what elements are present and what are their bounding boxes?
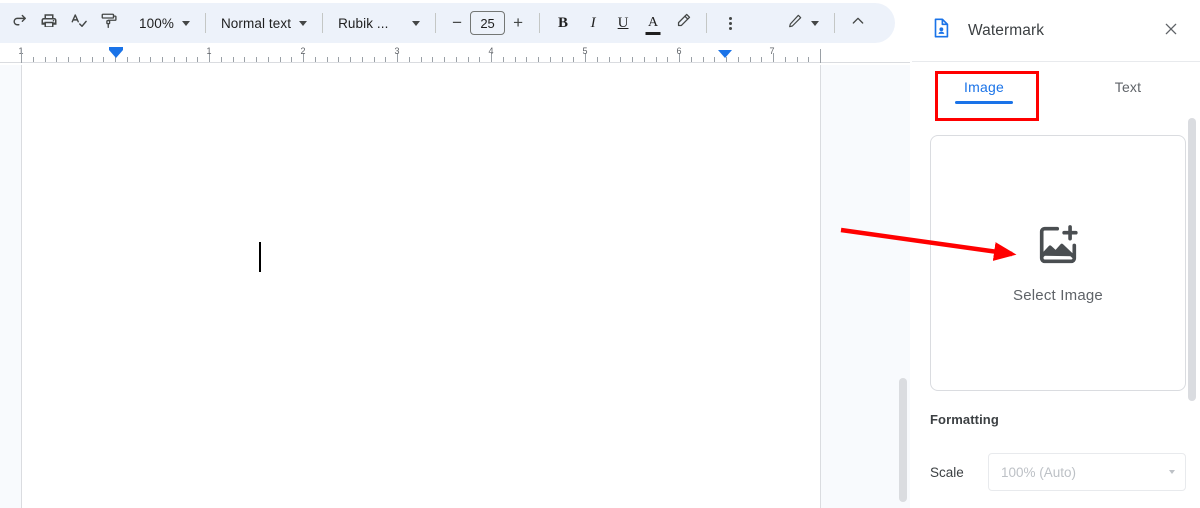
document-page[interactable] <box>21 65 821 508</box>
spellcheck-icon <box>70 12 88 35</box>
zoom-value: 100% <box>139 15 174 31</box>
chevron-down-icon <box>299 20 308 26</box>
chevron-down-icon <box>412 20 421 26</box>
toolbar-separator <box>706 13 708 33</box>
paragraph-style-dropdown[interactable]: Normal text <box>214 9 314 37</box>
more-options-kebab-icon <box>728 16 732 30</box>
toolbar: 100% Normal text Rubik ... − 25 + B I U … <box>0 3 895 43</box>
paint-format-icon <box>100 12 118 35</box>
ruler-number: 6 <box>676 47 682 56</box>
toolbar-separator <box>834 13 835 33</box>
ruler-number: 1 <box>206 47 212 56</box>
right-indent-marker[interactable] <box>718 50 732 58</box>
add-image-icon <box>1035 222 1081 273</box>
panel-vertical-scrollbar[interactable] <box>1188 118 1196 401</box>
watermark-panel-header: Watermark <box>912 0 1200 62</box>
underline-icon: U <box>617 14 629 31</box>
tab-image[interactable]: Image <box>912 62 1056 112</box>
ruler-number: 4 <box>488 47 494 56</box>
select-image-label: Select Image <box>1013 287 1103 304</box>
select-image-dropzone[interactable]: Select Image <box>930 135 1186 391</box>
google-docs-window: 100% Normal text Rubik ... − 25 + B I U … <box>0 0 1200 508</box>
close-panel-button[interactable] <box>1156 16 1186 46</box>
font-family-value: Rubik ... <box>338 15 389 31</box>
scale-row: Scale 100% (Auto) <box>930 453 1186 491</box>
toolbar-separator <box>539 13 541 33</box>
bold-button[interactable]: B <box>548 8 578 38</box>
ruler-baseline <box>0 62 910 63</box>
paragraph-style-value: Normal text <box>220 15 292 31</box>
scale-value: 100% (Auto) <box>1001 464 1077 480</box>
editor-area: 100% Normal text Rubik ... − 25 + B I U … <box>0 0 910 508</box>
ruler-page-left-bound <box>21 49 22 63</box>
document-vertical-scrollbar[interactable] <box>899 378 907 502</box>
edit-pencil-icon <box>787 13 803 34</box>
font-family-dropdown[interactable]: Rubik ... <box>331 9 427 37</box>
highlight-color-button[interactable] <box>668 8 698 38</box>
first-line-indent-marker[interactable] <box>109 50 123 58</box>
underline-button[interactable]: U <box>608 8 638 38</box>
ruler-number: 5 <box>582 47 588 56</box>
spelling-check-button[interactable] <box>64 8 94 38</box>
zoom-dropdown[interactable]: 100% <box>132 9 197 37</box>
watermark-tabs: Image Text <box>912 62 1200 112</box>
print-button[interactable] <box>34 8 64 38</box>
paint-format-button[interactable] <box>94 8 124 38</box>
hide-menus-button[interactable] <box>843 8 873 38</box>
ruler-number: 7 <box>769 47 775 56</box>
chevron-down-icon <box>181 20 190 26</box>
decrease-font-size-button[interactable]: − <box>444 10 470 36</box>
formatting-section-title: Formatting <box>930 412 999 427</box>
ruler-number: 2 <box>300 47 306 56</box>
redo-icon <box>11 12 28 34</box>
highlight-pen-icon <box>675 12 692 34</box>
ruler[interactable]: 11234567 <box>0 47 910 65</box>
italic-button[interactable]: I <box>578 8 608 38</box>
editing-mode-dropdown[interactable] <box>780 9 826 37</box>
italic-icon: I <box>590 14 596 31</box>
close-x-icon <box>1163 21 1179 40</box>
text-cursor <box>259 242 261 272</box>
panel-title: Watermark <box>968 21 1045 39</box>
scale-label: Scale <box>930 464 964 480</box>
increase-font-size-button[interactable]: + <box>505 10 531 36</box>
scale-select[interactable]: 100% (Auto) <box>988 453 1186 491</box>
more-options-button[interactable] <box>715 8 745 38</box>
chevron-down-icon <box>811 20 819 26</box>
watermark-document-icon <box>930 17 952 44</box>
text-color-icon: A <box>648 15 659 30</box>
left-indent-marker[interactable] <box>109 47 123 50</box>
print-icon <box>40 12 58 35</box>
bold-icon: B <box>558 14 569 31</box>
watermark-panel: Watermark Image Text Select Image Format… <box>912 0 1200 508</box>
chevron-down-icon <box>1169 470 1175 474</box>
tab-text[interactable]: Text <box>1056 62 1200 112</box>
font-size-input[interactable]: 25 <box>470 11 506 35</box>
document-canvas <box>0 65 910 508</box>
toolbar-separator <box>204 13 206 33</box>
toolbar-separator <box>435 13 437 33</box>
ruler-page-right-bound <box>820 49 821 63</box>
collapse-chevron-up-icon <box>850 13 866 34</box>
toolbar-separator <box>322 13 324 33</box>
text-color-button[interactable]: A <box>638 8 668 38</box>
ruler-number: 3 <box>394 47 400 56</box>
redo-button[interactable] <box>4 8 34 38</box>
